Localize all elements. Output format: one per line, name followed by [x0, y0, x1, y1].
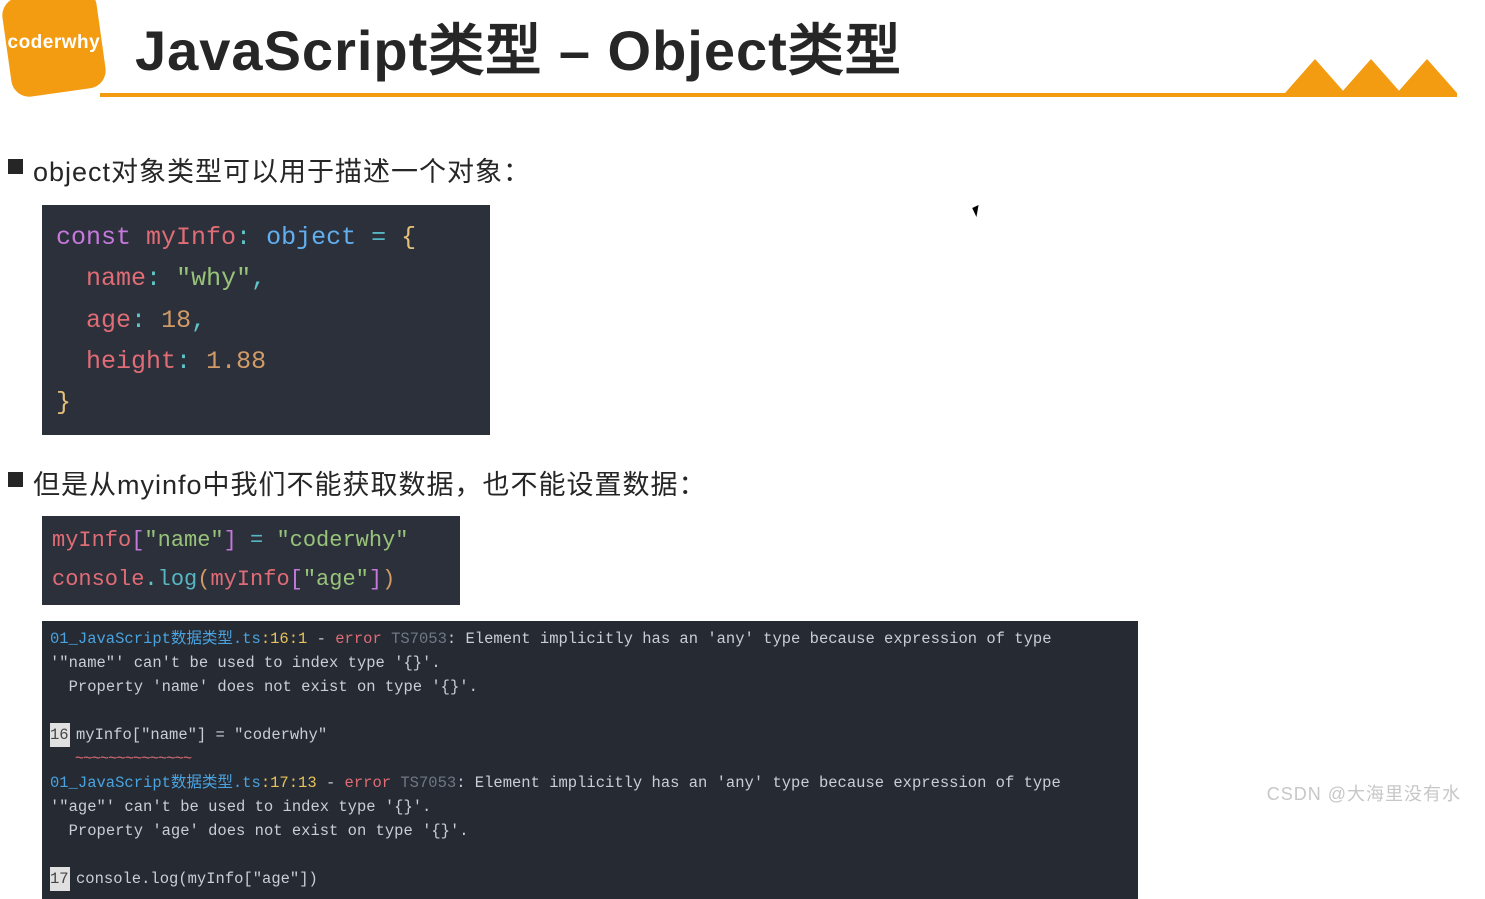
t-err: error	[345, 774, 392, 792]
op: =	[237, 528, 277, 553]
punct: .	[144, 567, 157, 592]
prop-age: age	[86, 306, 131, 335]
t-gutter: 16	[50, 723, 70, 747]
t-wave: ~~~~~~~~~~~~~~	[50, 750, 191, 768]
bullet-1-text: object对象类型可以用于描述一个对象：	[33, 150, 531, 189]
t-err: error	[335, 630, 382, 648]
t-detail: Property 'name' does not exist on type '…	[50, 678, 478, 696]
t-sep: -	[317, 774, 345, 792]
t-gutter: 17	[50, 867, 70, 891]
watermark: CSDN @大海里没有水	[1267, 780, 1461, 806]
str-why: "why"	[176, 264, 251, 293]
t-loc: :16:1	[261, 630, 308, 648]
bullet-2-text: 但是从myinfo中我们不能获取数据，也不能设置数据：	[33, 463, 707, 502]
ident: myInfo	[52, 528, 131, 553]
str: "age"	[303, 567, 369, 592]
code-block-1: const myInfo: object = { name: "why", ag…	[42, 205, 490, 435]
t-file: 01_JavaScript数据类型.ts	[50, 774, 261, 792]
page-title: JavaScript类型 – Object类型	[135, 6, 902, 87]
op-eq: =	[371, 223, 386, 252]
logo-badge: coderwhy	[0, 0, 108, 99]
ident: myInfo	[210, 567, 289, 592]
punct: :	[236, 223, 251, 252]
t-src: myInfo["name"] = "coderwhy"	[76, 726, 327, 744]
bullet-2: 但是从myinfo中我们不能获取数据，也不能设置数据：	[8, 463, 1465, 502]
punct: )	[382, 567, 395, 592]
prop-height: height	[86, 347, 176, 376]
punct: ]	[224, 528, 237, 553]
punct: ]	[369, 567, 382, 592]
punct: :	[131, 306, 146, 335]
ident-myinfo: myInfo	[146, 223, 236, 252]
num-18: 18	[161, 306, 191, 335]
type-object: object	[266, 223, 356, 252]
str: "name"	[144, 528, 223, 553]
punct: ,	[191, 306, 206, 335]
t-loc: :17:13	[261, 774, 317, 792]
terminal-output: 01_JavaScript数据类型.ts:16:1 - error TS7053…	[42, 621, 1138, 899]
t-code: TS7053	[382, 630, 447, 648]
bullet-marker	[8, 159, 23, 174]
prop-name: name	[86, 264, 146, 293]
str: "coderwhy"	[276, 528, 408, 553]
t-detail: Property 'age' does not exist on type '{…	[50, 822, 469, 840]
punct: [	[131, 528, 144, 553]
t-code: TS7053	[391, 774, 456, 792]
t-file: 01_JavaScript数据类型.ts	[50, 630, 261, 648]
ident: console	[52, 567, 144, 592]
brace: {	[401, 223, 416, 252]
fn-log: log	[158, 567, 198, 592]
logo-text: coderwhy	[8, 32, 101, 54]
bullet-1: object对象类型可以用于描述一个对象：	[8, 150, 1465, 189]
t-sep: -	[307, 630, 335, 648]
slide-content: object对象类型可以用于描述一个对象： const myInfo: obje…	[8, 150, 1465, 899]
code-block-2: myInfo["name"] = "coderwhy" console.log(…	[42, 516, 460, 605]
punct: [	[290, 567, 303, 592]
triangle-decoration	[1289, 59, 1457, 93]
punct: ,	[251, 264, 266, 293]
bullet-marker	[8, 472, 23, 487]
title-underline	[100, 93, 1457, 97]
punct: :	[176, 347, 191, 376]
punct: (	[197, 567, 210, 592]
num-188: 1.88	[206, 347, 266, 376]
brace: }	[56, 388, 71, 417]
t-src: console.log(myInfo["age"])	[76, 870, 318, 888]
kw-const: const	[56, 223, 131, 252]
punct: :	[146, 264, 161, 293]
